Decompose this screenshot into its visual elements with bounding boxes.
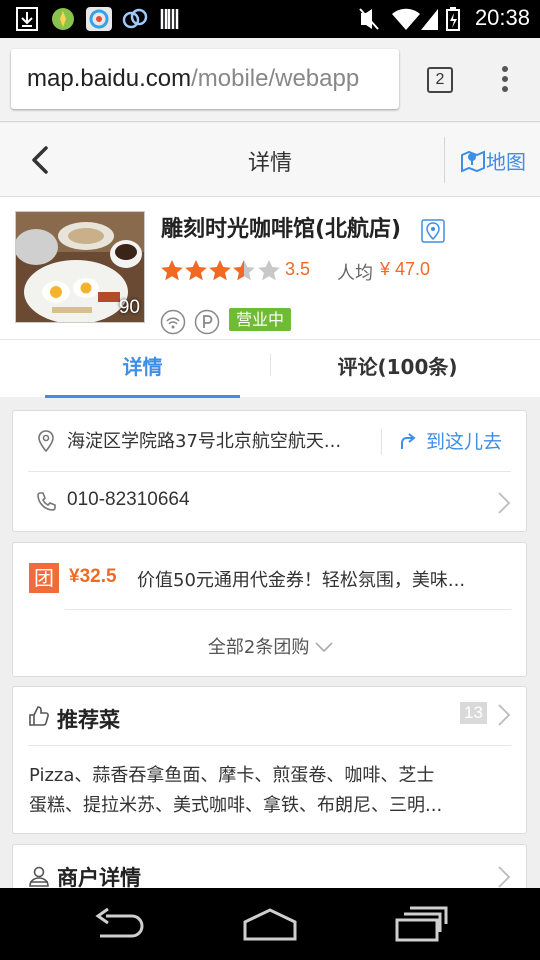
barcode-icon [160,9,179,29]
tab-switcher-button[interactable]: 2 [427,67,453,93]
star-icon [161,260,183,281]
home-icon[interactable] [241,906,299,942]
page-title: 详情 [247,151,292,176]
deal-description[interactable]: 价值50元通用代金券！轻松氛围，美味... [137,566,465,592]
app-icon-nfc [122,8,148,29]
chevron-down-icon [315,642,333,653]
avg-price: ¥ 47.0 [380,259,431,279]
star-icon [185,260,207,281]
recent-apps-icon[interactable] [394,906,448,942]
star-empty-icon [258,260,280,281]
navigate-here-label: 到这儿去 [426,431,503,453]
app-icon-360 [86,7,112,31]
route-arrow-icon [401,432,416,449]
avg-price-label: 人均 [337,263,373,284]
phone-number[interactable]: 010-82310664 [67,489,190,511]
mute-icon [359,8,379,30]
clock: 20:38 [474,5,530,30]
status-badge: 营业中 [229,308,292,331]
header-divider [444,137,445,183]
browser-toolbar: map.baidu.com/mobile/webapp 2 [0,38,540,122]
chevron-right-icon[interactable] [497,491,511,515]
url-path: /mobile/webapp [191,65,360,92]
chevron-right-icon[interactable] [497,703,511,727]
location-pin-icon [38,430,54,452]
rating-stars [161,260,280,281]
rating-value: 3.5 [285,259,311,279]
group-deal-card: 团 ¥32.5 价值50元通用代金券！轻松氛围，美味... 全部2条团购 [12,542,527,677]
dish-list-line: Pizza、蒜香吞拿鱼面、摩卡、煎蛋卷、咖啡、芝士 [29,765,435,786]
back-icon[interactable] [92,906,146,942]
shop-name: 雕刻时光咖啡馆(北航店) [161,217,402,242]
overflow-menu-icon[interactable] [500,66,510,94]
row-divider [65,609,511,610]
chevron-right-icon[interactable] [497,865,511,889]
url-bar[interactable]: map.baidu.com/mobile/webapp [11,49,399,109]
tab-detail[interactable]: 详情 [45,340,240,398]
url-host: map.baidu.com [27,65,192,92]
detail-tabs: 详情 评论(100条) [0,339,540,398]
address-divider [381,429,382,455]
app-icon-green [52,8,74,30]
page-header: 详情 地图 [0,123,540,197]
all-deals-label: 全部2条团购 [207,637,310,658]
row-divider [28,745,511,746]
parking-amenity-icon [194,309,220,335]
address-card: 海淀区学院路37号北京航空航天... 到这儿去 010-82310664 [12,410,527,532]
verified-icon [421,219,445,243]
row-divider [28,471,511,472]
thumbs-up-icon [29,706,49,726]
status-bar: 20:38 [0,0,540,38]
all-deals-link[interactable]: 全部2条团购 [13,633,528,659]
photo-count: 90 [118,297,140,318]
signal-icon [421,9,438,30]
wifi-icon [392,8,420,30]
section-title: 推荐菜 [57,708,120,732]
shop-summary: 90 雕刻时光咖啡馆(北航店) 3.5 人均 ¥ 47.0 营业中 详情 评论(… [0,197,540,398]
download-icon [16,7,38,31]
navigate-here-button[interactable]: 到这儿去 [396,427,502,454]
map-button[interactable]: 地图 [460,145,526,175]
deal-price: ¥32.5 [69,566,117,587]
map-button-label: 地图 [486,149,526,174]
wifi-amenity-icon [160,309,186,335]
recommended-dishes-card: 推荐菜 13 Pizza、蒜香吞拿鱼面、摩卡、煎蛋卷、咖啡、芝士 蛋糕、提拉米苏… [12,686,527,834]
person-icon [29,866,49,887]
shop-photo[interactable]: 90 [15,211,145,323]
map-pin-icon [461,150,485,173]
battery-icon [446,7,460,31]
system-nav-bar [0,888,540,960]
group-buy-icon: 团 [29,563,59,593]
address-text[interactable]: 海淀区学院路37号北京航空航天... [67,427,341,453]
tab-reviews[interactable]: 评论(100条) [270,340,525,398]
dish-count-badge: 13 [460,702,487,724]
dish-list-line: 蛋糕、提拉米苏、美式咖啡、拿铁、布朗尼、三明... [29,795,443,816]
phone-icon [37,492,56,511]
star-icon [209,260,231,281]
